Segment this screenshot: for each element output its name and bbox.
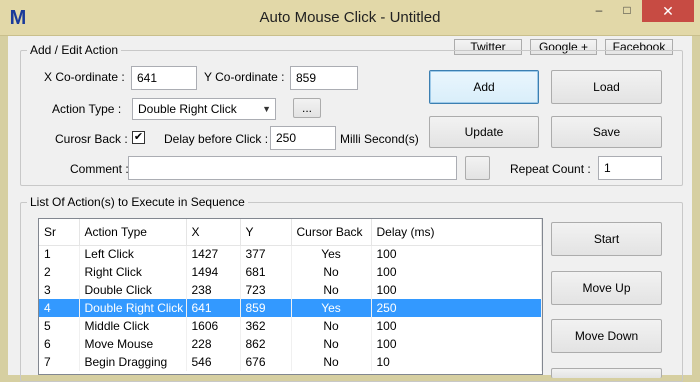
start-button[interactable]: Start <box>551 222 662 256</box>
close-button[interactable]: ✕ <box>642 0 694 22</box>
cursor-back-label: Curosr Back : <box>55 132 128 146</box>
cell-delay: 10 <box>371 353 542 371</box>
cell-action-type: Left Click <box>79 245 187 263</box>
cell-action-type: Right Click <box>79 263 187 281</box>
repeat-count-label: Repeat Count : <box>510 162 591 176</box>
cell-y: 681 <box>240 263 292 281</box>
comment-label: Comment : <box>70 162 129 176</box>
y-coordinate-input[interactable]: 859 <box>290 66 358 90</box>
delay-input[interactable]: 250 <box>270 126 336 150</box>
column-header-sr[interactable]: Sr <box>39 219 80 246</box>
cell-delay: 100 <box>371 317 542 335</box>
cell-x: 546 <box>186 353 241 371</box>
cell-action-type: Middle Click <box>79 317 187 335</box>
table-row[interactable]: 1 Left Click 1427 377 Yes 100 <box>39 245 542 263</box>
x-coordinate-input[interactable]: 641 <box>131 66 197 90</box>
move-down-button[interactable]: Move Down <box>551 319 662 353</box>
cell-delay: 100 <box>371 335 542 353</box>
action-type-browse-button[interactable]: ... <box>293 98 321 118</box>
maximize-button[interactable]: □ <box>614 0 640 22</box>
cell-cursor-back: Yes <box>291 245 372 263</box>
cell-y: 859 <box>240 299 292 317</box>
title-bar: M Auto Mouse Click - Untitled – □ ✕ <box>0 0 700 36</box>
move-up-button[interactable]: Move Up <box>551 271 662 305</box>
table-row[interactable]: 4 Double Right Click 641 859 Yes 250 <box>39 299 542 317</box>
column-header-x[interactable]: X <box>186 219 241 246</box>
repeat-count-input[interactable]: 1 <box>598 156 662 180</box>
chevron-down-icon: ▼ <box>262 104 271 114</box>
action-list-view[interactable]: Sr Action Type X Y Cursor Back Delay (ms… <box>38 218 543 375</box>
action-type-value: Double Right Click <box>138 102 237 116</box>
cell-action-type: Move Mouse <box>79 335 187 353</box>
comment-input[interactable] <box>128 156 457 180</box>
cell-delay: 100 <box>371 263 542 281</box>
cell-sr: 6 <box>39 335 80 353</box>
cell-action-type: Begin Dragging <box>79 353 187 371</box>
cell-cursor-back: No <box>291 281 372 299</box>
next-button-partial[interactable] <box>551 368 662 378</box>
delay-unit-label: Milli Second(s) <box>340 132 419 146</box>
action-type-dropdown[interactable]: Double Right Click ▼ <box>132 98 276 120</box>
cell-sr: 4 <box>39 299 80 317</box>
table-row[interactable]: 6 Move Mouse 228 862 No 100 <box>39 335 542 353</box>
client-area: Twitter Google + Facebook Add / Edit Act… <box>8 36 692 382</box>
delay-label: Delay before Click : <box>164 132 269 146</box>
table-row[interactable]: 7 Begin Dragging 546 676 No 10 <box>39 353 542 371</box>
table-row[interactable]: 2 Right Click 1494 681 No 100 <box>39 263 542 281</box>
cell-cursor-back: No <box>291 263 372 281</box>
cell-x: 228 <box>186 335 241 353</box>
table-row[interactable]: 3 Double Click 238 723 No 100 <box>39 281 542 299</box>
cell-cursor-back: Yes <box>291 299 372 317</box>
cell-delay: 250 <box>371 299 542 317</box>
update-button[interactable]: Update <box>429 116 539 148</box>
cell-cursor-back: No <box>291 353 372 371</box>
cell-x: 1606 <box>186 317 241 335</box>
cell-delay: 100 <box>371 281 542 299</box>
cell-sr: 5 <box>39 317 80 335</box>
cell-x: 1427 <box>186 245 241 263</box>
table-header-row: Sr Action Type X Y Cursor Back Delay (ms… <box>39 219 542 246</box>
cell-y: 723 <box>240 281 292 299</box>
column-header-y[interactable]: Y <box>240 219 292 246</box>
cell-sr: 1 <box>39 245 80 263</box>
cell-x: 1494 <box>186 263 241 281</box>
cell-sr: 2 <box>39 263 80 281</box>
cell-sr: 3 <box>39 281 80 299</box>
cell-y: 862 <box>240 335 292 353</box>
cell-cursor-back: No <box>291 317 372 335</box>
cell-x: 641 <box>186 299 241 317</box>
y-coordinate-label: Y Co-ordinate : <box>204 70 285 84</box>
action-list-legend: List Of Action(s) to Execute in Sequence <box>27 195 248 209</box>
cell-cursor-back: No <box>291 335 372 353</box>
load-button[interactable]: Load <box>551 70 662 104</box>
action-table: Sr Action Type X Y Cursor Back Delay (ms… <box>39 219 542 371</box>
x-coordinate-label: X Co-ordinate : <box>44 70 125 84</box>
column-header-cursor-back[interactable]: Cursor Back <box>291 219 372 246</box>
cell-sr: 7 <box>39 353 80 371</box>
minimize-button[interactable]: – <box>586 0 612 22</box>
cell-y: 377 <box>240 245 292 263</box>
save-button[interactable]: Save <box>551 116 662 148</box>
cell-y: 362 <box>240 317 292 335</box>
column-header-delay[interactable]: Delay (ms) <box>371 219 542 246</box>
action-type-label: Action Type : <box>52 102 122 116</box>
cell-action-type: Double Click <box>79 281 187 299</box>
cell-delay: 100 <box>371 245 542 263</box>
cursor-back-checkbox[interactable]: ✔ <box>132 131 145 144</box>
column-header-action-type[interactable]: Action Type <box>79 219 187 246</box>
cell-y: 676 <box>240 353 292 371</box>
cell-action-type: Double Right Click <box>79 299 187 317</box>
add-edit-action-legend: Add / Edit Action <box>27 43 122 57</box>
cell-x: 238 <box>186 281 241 299</box>
table-row[interactable]: 5 Middle Click 1606 362 No 100 <box>39 317 542 335</box>
comment-extra-button[interactable] <box>465 156 490 180</box>
add-button[interactable]: Add <box>429 70 539 104</box>
